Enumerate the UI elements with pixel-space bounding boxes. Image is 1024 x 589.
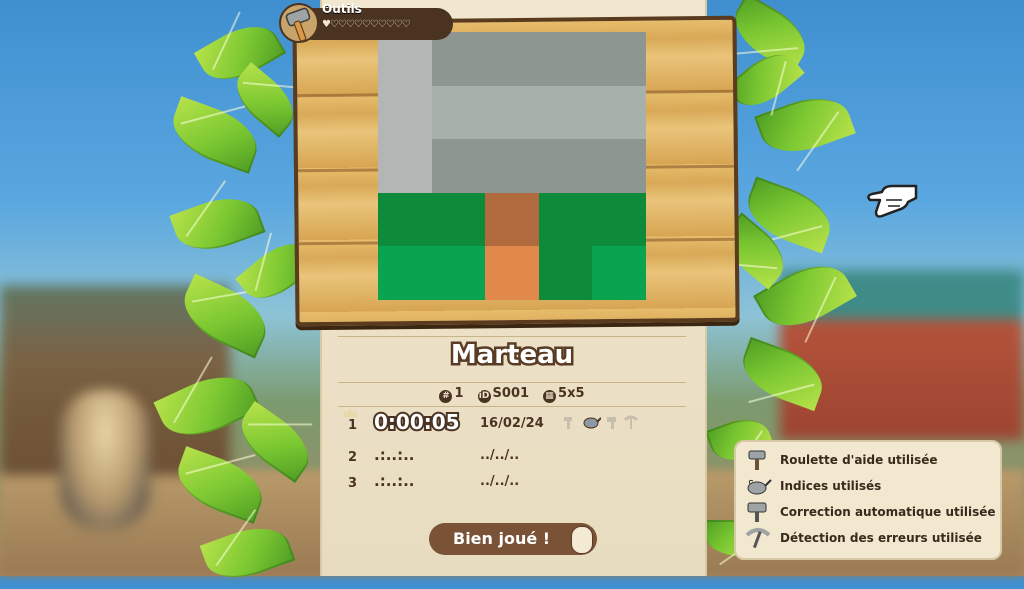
record-date: ../../.. bbox=[480, 474, 520, 489]
record-row: 3 .:..:.. ../../.. bbox=[342, 472, 642, 494]
pixel-cell bbox=[485, 246, 539, 300]
pixel-cell bbox=[592, 85, 646, 140]
pixel-cell bbox=[378, 139, 432, 193]
hammer-icon bbox=[748, 450, 766, 470]
legend-item: Indices utilisés bbox=[744, 474, 881, 498]
mouse-click-icon bbox=[571, 526, 593, 554]
pixel-cell bbox=[592, 139, 646, 193]
record-rank: 1 bbox=[348, 418, 358, 433]
pixel-cell bbox=[538, 139, 593, 193]
assist-legend: Roulette d'aide utilisée Indices utilisé… bbox=[734, 440, 1002, 560]
leaf-icon bbox=[169, 186, 266, 262]
hammer-icon bbox=[607, 417, 616, 429]
pixel-cell bbox=[485, 139, 539, 193]
hammer-icon bbox=[279, 3, 319, 43]
id-icon: iD bbox=[477, 390, 491, 403]
pointer-hand-cursor-icon bbox=[867, 184, 918, 218]
pixel-cell bbox=[538, 85, 593, 140]
difficulty-hearts: ♥♡♡♡♡♡♡♡♡♡♡ bbox=[322, 19, 411, 30]
pixel-cell bbox=[592, 192, 646, 247]
hash-icon: # bbox=[439, 390, 453, 403]
pixel-cell bbox=[485, 85, 539, 140]
divider bbox=[338, 336, 686, 337]
record-assist-icons bbox=[562, 414, 639, 430]
divider bbox=[338, 406, 686, 407]
legend-item: Roulette d'aide utilisée bbox=[744, 448, 938, 472]
legend-item: Détection des erreurs utilisée bbox=[744, 526, 982, 550]
pixel-cell bbox=[431, 246, 486, 300]
pixel-cell bbox=[431, 32, 486, 86]
puzzle-size: ▦ 5x5 bbox=[543, 386, 585, 403]
tool-category-label: Outils bbox=[322, 2, 362, 16]
pixel-cell bbox=[431, 139, 486, 193]
pixel-cell bbox=[378, 192, 432, 247]
legend-item: Correction automatique utilisée bbox=[744, 500, 996, 524]
pixel-cell bbox=[378, 246, 432, 300]
divider bbox=[338, 382, 686, 383]
puzzle-title: Marteau bbox=[448, 338, 575, 373]
record-time: .:..:.. bbox=[374, 472, 415, 490]
background-character bbox=[60, 390, 150, 530]
hammer-icon bbox=[564, 417, 572, 429]
puzzle-id: iD S001 bbox=[477, 386, 530, 403]
record-rank: 3 bbox=[348, 476, 358, 491]
puzzle-meta: #1 iD S001 ▦ 5x5 bbox=[340, 386, 684, 403]
record-rank: 2 bbox=[348, 450, 358, 465]
record-time: .:..:.. bbox=[374, 446, 415, 464]
pixel-cell bbox=[538, 192, 593, 247]
well-done-label: Bien joué ! bbox=[453, 529, 551, 548]
pixel-cell bbox=[431, 85, 486, 140]
record-row: 2 .:..:.. ../../.. bbox=[342, 446, 642, 468]
pixel-cell bbox=[538, 32, 593, 86]
puzzle-number: #1 bbox=[439, 386, 464, 403]
hammer-icon bbox=[747, 502, 767, 522]
pickaxe-icon bbox=[745, 528, 771, 549]
pixel-cell bbox=[431, 192, 486, 247]
record-date: ../../.. bbox=[480, 448, 520, 463]
pixel-cell bbox=[592, 246, 646, 300]
pixel-cell bbox=[378, 85, 432, 140]
record-date: 16/02/24 bbox=[480, 416, 544, 431]
pixel-cell bbox=[485, 32, 539, 86]
pixel-art-image bbox=[378, 32, 646, 300]
watering-can-icon bbox=[583, 417, 601, 429]
record-time: 0:00:05 bbox=[372, 408, 462, 436]
grid-icon: ▦ bbox=[543, 390, 557, 403]
pixel-cell bbox=[378, 32, 432, 86]
pixel-cell bbox=[485, 192, 539, 247]
watering-can-icon bbox=[747, 479, 772, 495]
pixel-cell bbox=[592, 32, 646, 86]
pixel-cell bbox=[538, 246, 593, 300]
pickaxe-icon bbox=[623, 415, 639, 429]
well-done-button[interactable]: Bien joué ! bbox=[429, 523, 597, 555]
